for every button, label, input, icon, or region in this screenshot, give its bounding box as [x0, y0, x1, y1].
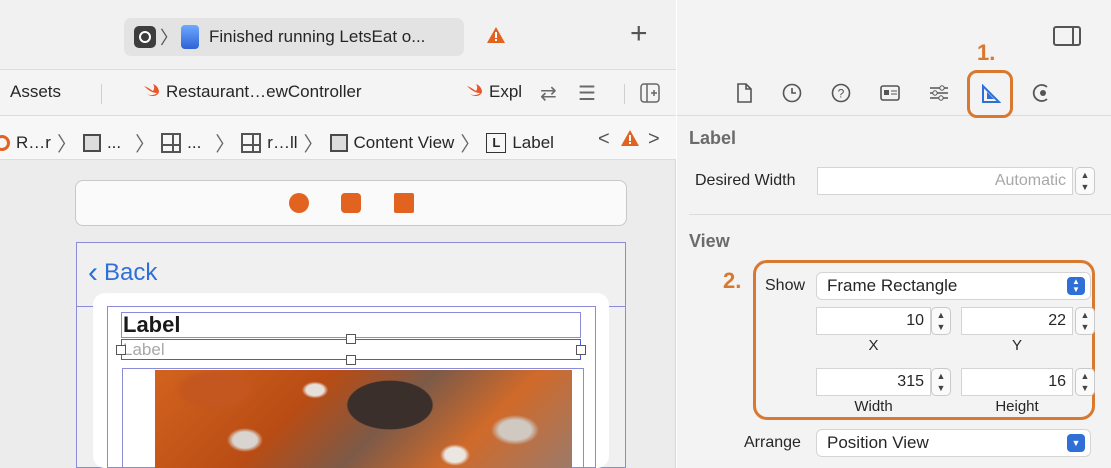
label-icon: L	[486, 132, 507, 153]
scheme-icon[interactable]	[134, 26, 156, 48]
breadcrumb-item[interactable]: ...	[107, 133, 121, 153]
x-field[interactable]: 10	[816, 307, 931, 335]
height-stepper[interactable]: ▲ ▼	[1075, 368, 1095, 396]
warning-icon[interactable]	[486, 26, 506, 44]
breadcrumb-item[interactable]: R…r	[16, 133, 51, 153]
breadcrumb-item[interactable]: Content View	[354, 133, 455, 153]
chevron-right-icon: 〉	[215, 134, 236, 156]
inspector-pane: 1. ? Label Desired Width Automatic ▲ ▼ V…	[677, 0, 1111, 468]
tab-label: Restaurant…ewController	[166, 82, 362, 101]
resize-handle[interactable]	[116, 345, 126, 355]
swift-icon	[467, 84, 482, 97]
chevron-left-icon: ‹	[88, 256, 98, 289]
size-inspector-tab[interactable]	[967, 70, 1013, 118]
desired-width-field[interactable]: Automatic	[817, 167, 1073, 195]
history-inspector-icon[interactable]	[781, 82, 803, 104]
desired-width-stepper[interactable]: ▲ ▼	[1075, 167, 1095, 195]
window-toolbar: 〉 Finished running LetsEat o... +	[0, 0, 676, 70]
width-stepper[interactable]: ▲ ▼	[931, 368, 951, 396]
section-divider	[689, 214, 1111, 215]
related-items-icon[interactable]: ⇄	[540, 81, 557, 106]
label-section-title: Label	[689, 128, 737, 148]
inspector-tabs: ?	[677, 70, 1111, 116]
width-field[interactable]: 315	[816, 368, 931, 396]
help-inspector-icon[interactable]: ?	[830, 82, 852, 104]
editor-options-icon[interactable]: ☰	[578, 81, 596, 106]
view-controller-icon	[82, 133, 101, 152]
breadcrumb-item[interactable]: Label	[512, 133, 554, 153]
content-view-icon	[329, 133, 348, 152]
attributes-inspector-icon[interactable]	[928, 82, 950, 104]
identity-inspector-icon[interactable]	[879, 82, 901, 104]
chevron-right-icon: 〉	[56, 134, 77, 156]
file-inspector-icon[interactable]	[733, 82, 755, 104]
jump-bar: R…r 〉 ... 〉 ... 〉 r…ll 〉 Content View 〉 …	[0, 116, 676, 160]
chevron-right-icon: 〉	[160, 28, 178, 48]
tab-explore[interactable]: Expl	[465, 82, 522, 102]
restaurant-image[interactable]	[155, 370, 572, 468]
tab-divider	[624, 84, 625, 104]
tab-label: Expl	[489, 82, 523, 101]
chevron-down-icon: ▼	[1067, 434, 1085, 452]
scene-dock	[75, 180, 627, 226]
inspector-toolbar: 1.	[677, 0, 1111, 70]
inspector-toggle-icon[interactable]	[1053, 26, 1081, 46]
arrange-label: Arrange	[744, 434, 801, 451]
tab-restaurant-controller[interactable]: Restaurant…ewController	[142, 82, 362, 102]
chevron-right-icon: 〉	[135, 134, 156, 156]
view-controller-icon[interactable]	[289, 193, 309, 213]
annotation-step-2: 2.	[723, 268, 742, 293]
view-section-title: View	[689, 231, 730, 251]
breadcrumb-item[interactable]: ...	[187, 133, 201, 153]
tab-divider	[101, 84, 102, 104]
y-stepper[interactable]: ▲ ▼	[1075, 307, 1095, 335]
storyboard-icon	[0, 134, 10, 151]
exit-icon[interactable]	[394, 193, 414, 213]
warning-icon[interactable]	[620, 129, 640, 147]
show-popup[interactable]: Frame Rectangle ▲ ▼	[816, 272, 1091, 300]
back-button[interactable]: ‹ Back	[88, 256, 158, 289]
resize-handle[interactable]	[346, 355, 356, 365]
ruler-icon	[982, 84, 1001, 103]
first-responder-icon[interactable]	[341, 193, 361, 213]
chevron-right-icon: 〉	[460, 134, 481, 156]
resize-handle[interactable]	[346, 334, 356, 344]
add-editor-icon[interactable]	[640, 83, 660, 103]
activity-status: Finished running LetsEat o...	[209, 27, 426, 46]
swift-icon	[144, 84, 159, 97]
breadcrumb[interactable]: R…r 〉 ... 〉 ... 〉 r…ll 〉 Content View 〉 …	[0, 128, 554, 157]
y-caption: Y	[1011, 337, 1022, 354]
show-popup-value: Frame Rectangle	[827, 276, 958, 295]
desired-width-label: Desired Width	[695, 172, 796, 189]
height-caption: Height	[995, 398, 1039, 415]
collection-cell-icon	[241, 132, 262, 153]
resize-handle[interactable]	[576, 345, 586, 355]
tab-assets[interactable]: Assets	[10, 82, 61, 102]
arrange-popup[interactable]: Position View ▼	[816, 429, 1091, 457]
width-caption: Width	[854, 398, 893, 415]
next-issue-button[interactable]: >	[648, 128, 660, 151]
device-icon[interactable]	[181, 25, 199, 49]
popup-arrows-icon: ▲ ▼	[1067, 277, 1085, 295]
editor-area: 〉 Finished running LetsEat o... + Assets…	[0, 0, 676, 468]
breadcrumb-item[interactable]: r…ll	[267, 133, 297, 153]
height-field[interactable]: 16	[961, 368, 1073, 396]
x-stepper[interactable]: ▲ ▼	[931, 307, 951, 335]
add-button[interactable]: +	[630, 19, 648, 49]
y-field[interactable]: 22	[961, 307, 1073, 335]
previous-issue-button[interactable]: <	[598, 128, 610, 151]
x-caption: X	[868, 337, 879, 354]
arrange-popup-value: Position View	[827, 433, 929, 452]
annotation-step-1: 1.	[977, 40, 996, 65]
back-label: Back	[104, 259, 158, 286]
svg-text:?: ?	[838, 87, 845, 101]
collection-view-icon	[161, 132, 182, 153]
connections-inspector-icon[interactable]	[1031, 82, 1053, 104]
activity-viewer[interactable]: 〉 Finished running LetsEat o...	[124, 18, 464, 56]
show-label: Show	[765, 277, 806, 294]
editor-tab-bar: Assets Restaurant…ewController Expl ⇄ ☰	[0, 70, 676, 116]
chevron-right-icon: 〉	[303, 134, 324, 156]
